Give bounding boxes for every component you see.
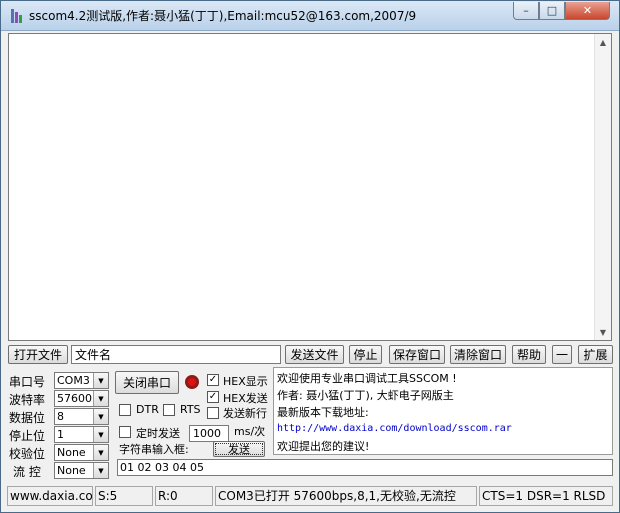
send-button[interactable]: 发送	[213, 441, 265, 457]
status-line-signals: CTS=1 DSR=1 RLSD	[479, 486, 613, 506]
info-download-label: 最新版本下载地址:	[277, 406, 369, 419]
chevron-down-icon[interactable]: ▼	[93, 373, 108, 388]
close-button[interactable]: ✕	[565, 2, 610, 20]
status-site: www.daxia.com	[7, 486, 93, 506]
clear-window-button[interactable]: 清除窗口	[450, 345, 506, 364]
send-text-input[interactable]: 01 02 03 04 05	[117, 459, 613, 476]
baud-label: 波特率	[9, 393, 46, 407]
hex-send-checkbox[interactable]: ✓	[207, 391, 219, 403]
baud-select[interactable]: 57600 ▼	[54, 390, 109, 407]
status-sent-count: S:5	[95, 486, 153, 506]
scroll-up-icon[interactable]: ▲	[595, 34, 611, 50]
record-status-icon	[185, 375, 199, 389]
info-panel: 欢迎使用专业串口调试工具SSCOM ! 作者: 聂小猛(丁丁), 大虾电子网版主…	[273, 367, 613, 455]
data-bits-select[interactable]: 8 ▼	[54, 408, 109, 425]
dtr-label: DTR	[136, 403, 159, 416]
chevron-down-icon[interactable]: ▼	[93, 445, 108, 460]
app-icon	[11, 9, 22, 23]
interval-unit-label: ms/次	[234, 425, 266, 438]
expand-button[interactable]: 扩展	[578, 345, 613, 364]
minimize-icon: –	[523, 4, 529, 17]
chevron-down-icon[interactable]: ▼	[93, 391, 108, 406]
app-window: sscom4.2测试版,作者:聂小猛(丁丁),Email:mcu52@163.c…	[0, 0, 620, 513]
maximize-button[interactable]: □	[539, 2, 565, 20]
dash-button[interactable]: 一	[552, 345, 572, 364]
port-label: 串口号	[9, 375, 46, 389]
dtr-checkbox[interactable]	[119, 404, 131, 416]
download-link[interactable]: http://www.daxia.com/download/sscom.rar	[277, 423, 512, 434]
data-bits-value: 8	[57, 410, 64, 423]
open-file-button[interactable]: 打开文件	[8, 345, 68, 364]
file-toolbar: 打开文件 文件名 发送文件 停止 保存窗口 清除窗口 帮助 一 扩展	[7, 345, 613, 365]
parity-select[interactable]: None ▼	[54, 444, 109, 461]
maximize-icon: □	[546, 4, 558, 17]
close-port-button[interactable]: 关闭串口	[115, 371, 179, 394]
status-port-state: COM3已打开 57600bps,8,1,无校验,无流控	[215, 486, 477, 506]
send-file-button[interactable]: 发送文件	[285, 345, 344, 364]
rts-checkbox[interactable]	[163, 404, 175, 416]
chevron-down-icon[interactable]: ▼	[93, 427, 108, 442]
status-received-count: R:0	[155, 486, 213, 506]
stop-button[interactable]: 停止	[349, 345, 382, 364]
port-select[interactable]: COM3 ▼	[54, 372, 109, 389]
rts-label: RTS	[180, 403, 201, 416]
status-bar: www.daxia.com S:5 R:0 COM3已打开 57600bps,8…	[1, 485, 619, 507]
timed-send-checkbox[interactable]	[119, 426, 131, 438]
client-area: ▲ ▼ 打开文件 文件名 发送文件 停止 保存窗口 清除窗口 帮助 一 扩展 串…	[7, 31, 613, 507]
flow-value: None	[57, 464, 86, 477]
send-newline-label: 发送新行	[223, 407, 267, 420]
stop-bits-select[interactable]: 1 ▼	[54, 426, 109, 443]
timed-send-label: 定时发送	[136, 427, 180, 440]
baud-value: 57600	[57, 392, 92, 405]
chevron-down-icon[interactable]: ▼	[93, 463, 108, 478]
window-title: sscom4.2测试版,作者:聂小猛(丁丁),Email:mcu52@163.c…	[29, 9, 417, 23]
port-value: COM3	[57, 374, 90, 387]
stop-bits-label: 停止位	[9, 429, 46, 443]
send-newline-checkbox[interactable]	[207, 407, 219, 419]
close-icon: ✕	[582, 4, 593, 17]
hex-display-label: HEX显示	[223, 375, 268, 388]
parity-label: 校验位	[9, 447, 46, 461]
save-window-button[interactable]: 保存窗口	[389, 345, 445, 364]
info-author: 作者: 聂小猛(丁丁), 大虾电子网版主	[277, 389, 454, 402]
hex-display-checkbox[interactable]: ✓	[207, 374, 219, 386]
flow-label: 流 控	[13, 465, 41, 479]
receive-area[interactable]: ▲ ▼	[8, 33, 612, 341]
scroll-down-icon[interactable]: ▼	[595, 324, 611, 340]
help-button[interactable]: 帮助	[512, 345, 546, 364]
info-suggestion: 欢迎提出您的建议!	[277, 440, 370, 453]
flow-select[interactable]: None ▼	[54, 462, 109, 479]
hex-send-label: HEX发送	[223, 392, 268, 405]
file-name-field[interactable]: 文件名	[71, 345, 281, 364]
data-bits-label: 数据位	[9, 411, 46, 425]
info-welcome: 欢迎使用专业串口调试工具SSCOM !	[277, 372, 457, 385]
title-bar[interactable]: sscom4.2测试版,作者:聂小猛(丁丁),Email:mcu52@163.c…	[1, 1, 619, 31]
interval-input[interactable]: 1000	[189, 425, 229, 442]
minimize-button[interactable]: –	[513, 2, 539, 20]
vertical-scrollbar[interactable]: ▲ ▼	[594, 34, 611, 340]
chevron-down-icon[interactable]: ▼	[93, 409, 108, 424]
stop-bits-value: 1	[57, 428, 64, 441]
string-input-label: 字符串输入框:	[119, 443, 189, 456]
parity-value: None	[57, 446, 86, 459]
